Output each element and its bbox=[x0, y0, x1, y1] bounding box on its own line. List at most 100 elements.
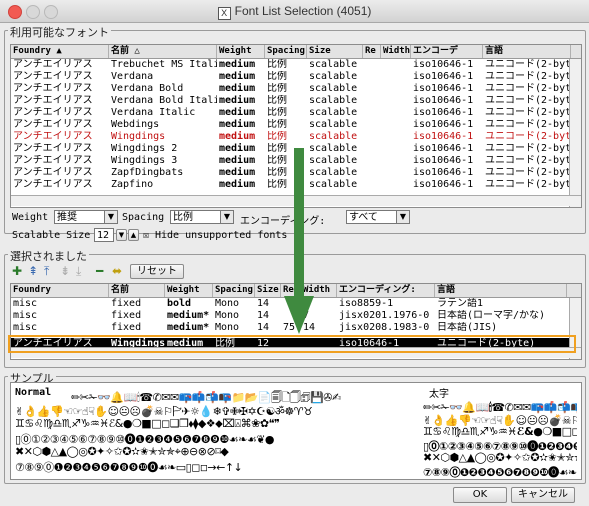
selected-header-cell[interactable]: 名前 bbox=[109, 284, 165, 297]
bold-sample-label: 太字 bbox=[429, 389, 449, 400]
selected-header-cell[interactable]: 言語 bbox=[435, 284, 567, 297]
weight-filter-value: 推奨 bbox=[57, 212, 77, 223]
available-header-cell[interactable]: Weight bbox=[217, 45, 265, 58]
ok-button[interactable]: OK bbox=[453, 487, 507, 503]
available-font-row[interactable]: アンチエイリアス Verdana medium 比例 scalable iso10646-… bbox=[11, 71, 581, 82]
cell-lang: ユニコード(2-byte bbox=[485, 95, 571, 106]
sample-preview: Normal 太字 ✏✂✁👓🔔📖🕯☎✆✉✉📪📫📬📭📁📂📄🗐🗋🗍🗊💾✇✍ ✌👌👍👎☜… bbox=[10, 382, 582, 480]
available-header-cell[interactable]: エンコーデ bbox=[411, 45, 483, 58]
available-font-row[interactable]: アンチエイリアス Webdings medium 比例 scalable iso10646… bbox=[11, 119, 581, 130]
cell-encoding: iso10646-1 bbox=[413, 71, 474, 82]
move-down-icon[interactable]: ⇟ bbox=[60, 264, 70, 278]
move-up-icon[interactable]: ⇞ bbox=[28, 264, 38, 278]
cell-weight: medium bbox=[219, 59, 256, 70]
cell-weight: medium bbox=[219, 167, 256, 178]
size-increase-button[interactable]: ▲ bbox=[128, 229, 139, 241]
cell-foundry: アンチエイリアス bbox=[13, 119, 93, 130]
cell-size: scalable bbox=[309, 59, 358, 70]
cell-weight: bold bbox=[167, 298, 192, 309]
available-table-header: Foundry ▲ 名前 △ Weight Spacing Size Re Width エンコ… bbox=[11, 45, 581, 59]
selected-header-cell[interactable]: Size bbox=[255, 284, 281, 297]
available-font-row[interactable]: アンチエイリアス Verdana Italic medium 比例 scalable is… bbox=[11, 107, 581, 118]
cell-size: 14 bbox=[257, 310, 270, 321]
available-header-cell[interactable]: Width bbox=[381, 45, 411, 58]
cell-lang: ユニコード(2-byte bbox=[485, 83, 571, 94]
cell-spacing: 比例 bbox=[267, 71, 287, 82]
cell-weight: medium bbox=[219, 179, 256, 190]
cell-weight: medium bbox=[219, 131, 256, 142]
available-header-cell[interactable]: 言語 bbox=[483, 45, 571, 58]
remove-icon[interactable]: ━ bbox=[96, 264, 103, 278]
cell-spacing: Mono bbox=[215, 298, 240, 309]
x11-icon: X bbox=[217, 7, 231, 20]
available-vertical-scrollbar[interactable] bbox=[569, 59, 581, 207]
spacing-filter-select[interactable]: 比例 ▼ bbox=[170, 210, 234, 224]
sample-normal-line: ⑦⑧⑨⓪❶❷❸❹❺❻❼❽❾❿⓿☙❧▭▯◻◽→←↑↓ bbox=[15, 461, 243, 474]
hide-unsupported-label: Hide unsupported fonts bbox=[155, 230, 288, 241]
cell-weight: medium bbox=[219, 155, 256, 166]
move-top-icon[interactable]: ⤒ bbox=[44, 264, 49, 278]
sample-bold-line: ♊♋♌♍♎♏♐♑♒♓ℰ&●❍■□◻❑❒⬧⧫◆❖⬥⌧⍓⌘❀✿❝❞ bbox=[423, 425, 577, 438]
chevron-down-icon: ▼ bbox=[104, 211, 117, 223]
cell-lang: 日本語(ローマ字/かな) bbox=[437, 310, 546, 321]
cell-weight: medium bbox=[219, 71, 256, 82]
cell-encoding: iso10646-1 bbox=[413, 95, 474, 106]
available-header-cell[interactable]: 名前 △ bbox=[109, 45, 217, 58]
size-decrease-button[interactable]: ▼ bbox=[116, 229, 127, 241]
cell-lang: ユニコード(2-byte bbox=[485, 59, 571, 70]
chevron-down-icon: ▼ bbox=[220, 211, 233, 223]
cell-foundry: アンチエイリアス bbox=[13, 131, 93, 142]
scalable-size-input[interactable]: 12 bbox=[94, 228, 114, 242]
add-icon[interactable]: ✚ bbox=[12, 264, 22, 278]
available-header-cell[interactable]: Foundry ▲ bbox=[11, 45, 109, 58]
cell-lang: ユニコード(2-byte bbox=[485, 143, 571, 154]
cell-encoding: jisx0201.1976-0 bbox=[339, 310, 430, 321]
available-header-cell[interactable]: Re bbox=[363, 45, 381, 58]
available-font-row[interactable]: アンチエイリアス Verdana Bold Italic medium 比例 scala… bbox=[11, 95, 581, 106]
hide-unsupported-checkbox[interactable]: ☒ bbox=[143, 230, 149, 241]
cell-foundry: アンチエイリアス bbox=[13, 71, 93, 82]
cell-weight: medium bbox=[219, 95, 256, 106]
encoding-filter-value: すべて bbox=[349, 212, 378, 223]
cell-spacing: 比例 bbox=[267, 119, 287, 130]
selected-header-cell[interactable]: Foundry bbox=[11, 284, 109, 297]
cell-lang: 日本語(JIS) bbox=[437, 322, 498, 333]
available-header-cell[interactable]: Size bbox=[307, 45, 363, 58]
cell-size: scalable bbox=[309, 119, 358, 130]
cell-lang: ユニコード(2-byte bbox=[485, 119, 571, 130]
cell-encoding: iso10646-1 bbox=[413, 179, 474, 190]
cell-encoding: iso10646-1 bbox=[413, 155, 474, 166]
available-font-row[interactable]: アンチエイリアス Trebuchet MS Italic medium 比例 scala… bbox=[11, 59, 581, 70]
cell-lang: ユニコード(2-byte bbox=[485, 155, 571, 166]
move-bottom-icon[interactable]: ⤓ bbox=[76, 264, 81, 278]
available-header-cell[interactable]: Spacing bbox=[265, 45, 307, 58]
selected-header-cell[interactable]: Weight bbox=[165, 284, 213, 297]
selected-header-cell[interactable]: エンコーディング: bbox=[337, 284, 435, 297]
cell-lang: ラテン語1 bbox=[437, 298, 484, 309]
available-font-row[interactable]: アンチエイリアス Verdana Bold medium 比例 scalable iso1… bbox=[11, 83, 581, 94]
sample-bold-line: ⑦⑧⑨⓪❶❷❸❹❺❻❼❽❾❿⓿☙❧▭▯◻◽→←↑↓ bbox=[423, 466, 577, 479]
reset-button[interactable]: リセット bbox=[130, 264, 184, 279]
encoding-filter-select[interactable]: すべて ▼ bbox=[346, 210, 410, 224]
window-title-text: Font List Selection (4051) bbox=[234, 4, 372, 18]
cell-name: Wingdings bbox=[111, 131, 166, 142]
cell-encoding: iso10646-1 bbox=[413, 107, 474, 118]
cell-foundry: アンチエイリアス bbox=[13, 143, 93, 154]
title-bar: X Font List Selection (4051) bbox=[0, 0, 589, 23]
cell-name: Verdana bbox=[111, 71, 154, 82]
cell-encoding: iso10646-1 bbox=[413, 143, 474, 154]
cancel-button[interactable]: キャンセル bbox=[511, 487, 575, 503]
normal-sample-label: Normal bbox=[15, 387, 52, 398]
cell-size: scalable bbox=[309, 107, 358, 118]
cell-name: Webdings bbox=[111, 119, 160, 130]
cell-name: Wingdings 3 bbox=[111, 155, 178, 166]
cell-lang: ユニコード(2-byte bbox=[485, 131, 571, 142]
available-font-row[interactable]: アンチエイリアス Wingdings medium 比例 scalable iso1064… bbox=[11, 131, 581, 142]
cell-size: 14 bbox=[257, 298, 270, 309]
cell-weight: medium bbox=[219, 119, 256, 130]
cell-spacing: 比例 bbox=[267, 95, 287, 106]
selected-header-cell[interactable]: Spacing bbox=[213, 284, 255, 297]
cell-encoding: iso10646-1 bbox=[413, 59, 474, 70]
clear-icon[interactable]: ⬌ bbox=[112, 264, 122, 278]
weight-filter-select[interactable]: 推奨 ▼ bbox=[54, 210, 118, 224]
